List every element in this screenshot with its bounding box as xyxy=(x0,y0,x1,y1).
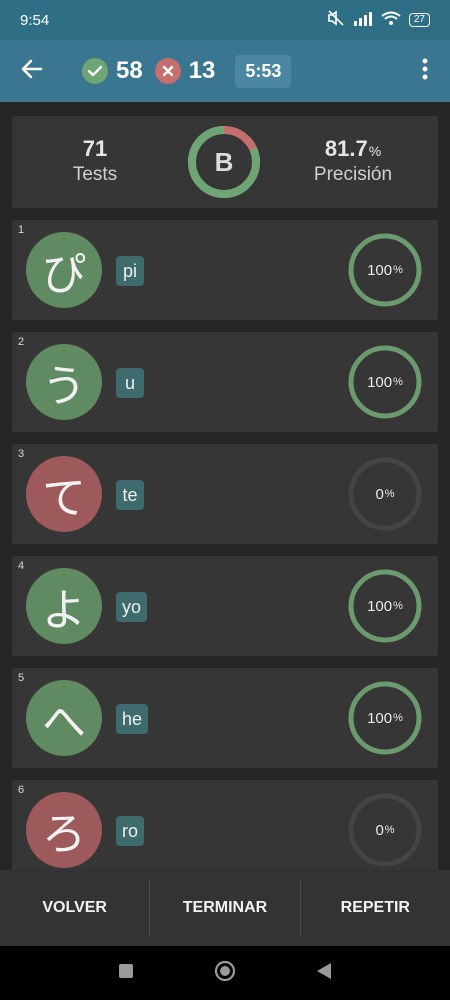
list-item[interactable]: 1 ぴ pi 100% xyxy=(12,220,438,320)
percent-unit: % xyxy=(393,264,403,276)
percent-value: 100 xyxy=(367,597,393,615)
results-list[interactable]: 71 Tests B 81.7% Precisión 1 ぴ pi 100% 2… xyxy=(0,102,450,870)
percent-unit: % xyxy=(384,824,395,836)
percent-unit: % xyxy=(393,600,403,612)
timer-badge: 5:53 xyxy=(235,54,292,88)
precision-stat: 81.7% Precisión xyxy=(278,136,428,186)
back-nav-icon[interactable] xyxy=(316,962,332,984)
overflow-menu-button[interactable] xyxy=(400,40,450,102)
progress-ring-label: 100% xyxy=(347,232,423,308)
precision-label: Precisión xyxy=(313,164,393,185)
item-index: 3 xyxy=(18,448,25,460)
progress-ring-label: 0% xyxy=(347,456,423,532)
signal-icon xyxy=(353,11,373,30)
grade-ring: B xyxy=(186,124,262,200)
wifi-icon xyxy=(381,11,401,30)
correct-count-value: 58 xyxy=(116,57,143,84)
item-index: 5 xyxy=(18,672,25,684)
recents-icon[interactable] xyxy=(118,963,134,983)
list-item[interactable]: 6 ろ ro 0% xyxy=(12,780,438,870)
progress-ring: 0% xyxy=(347,792,423,868)
progress-ring: 100% xyxy=(347,232,423,308)
romaji-badge: ro xyxy=(116,816,145,846)
list-item[interactable]: 3 て te 0% xyxy=(12,444,438,544)
percent-value: 0 xyxy=(375,821,384,839)
battery-indicator: 27 xyxy=(408,13,430,27)
back-button[interactable] xyxy=(0,40,64,102)
percent-value: 100 xyxy=(367,261,393,279)
percent-unit: % xyxy=(393,712,403,724)
item-index: 2 xyxy=(18,336,25,348)
back-action-button[interactable]: VOLVER xyxy=(0,879,149,937)
wrong-count-value: 13 xyxy=(188,57,216,84)
kana-circle: ろ xyxy=(26,792,102,868)
x-circle-icon xyxy=(154,58,181,84)
list-item[interactable]: 2 う u 100% xyxy=(12,332,438,432)
romaji-badge: te xyxy=(116,480,144,510)
kana-circle: へ xyxy=(26,680,102,756)
precision-unit: % xyxy=(368,143,382,159)
item-index: 6 xyxy=(18,784,25,796)
system-nav-bar xyxy=(0,946,450,1000)
progress-ring-label: 100% xyxy=(347,344,423,420)
progress-ring: 100% xyxy=(347,680,423,756)
app-bar: 58 13 5:53 xyxy=(0,40,450,102)
percent-unit: % xyxy=(393,376,403,388)
tests-label: Tests xyxy=(72,164,118,185)
progress-ring: 0% xyxy=(347,456,423,532)
grade-letter: B xyxy=(214,146,234,177)
status-bar: 9:54 27 xyxy=(0,0,450,40)
home-icon[interactable] xyxy=(214,960,236,986)
progress-ring-label: 0% xyxy=(347,792,423,868)
item-index: 1 xyxy=(18,224,25,236)
romaji-badge: he xyxy=(116,704,149,734)
kana-circle: て xyxy=(26,456,102,532)
item-index: 4 xyxy=(18,560,25,572)
romaji-badge: pi xyxy=(116,256,144,286)
status-time: 9:54 xyxy=(20,11,50,29)
kana-circle: ぴ xyxy=(26,232,102,308)
progress-ring-label: 100% xyxy=(347,568,423,644)
list-item[interactable]: 4 よ yo 100% xyxy=(12,556,438,656)
more-vert-icon xyxy=(422,58,428,84)
progress-ring-label: 100% xyxy=(347,680,423,756)
kana-circle: う xyxy=(26,344,102,420)
correct-count: 58 xyxy=(82,57,143,85)
summary-card: 71 Tests B 81.7% Precisión xyxy=(12,116,438,208)
check-circle-icon xyxy=(82,58,108,84)
precision-number: 81.7 xyxy=(324,136,368,161)
percent-value: 100 xyxy=(367,373,393,391)
romaji-badge: u xyxy=(116,368,144,398)
finish-button[interactable]: TERMINAR xyxy=(150,879,299,937)
progress-ring: 100% xyxy=(347,568,423,644)
status-icons: 27 xyxy=(327,10,430,30)
list-item[interactable]: 5 へ he 100% xyxy=(12,668,438,768)
kana-circle: よ xyxy=(26,568,102,644)
progress-ring: 100% xyxy=(347,344,423,420)
repeat-button[interactable]: REPETIR xyxy=(301,879,450,937)
arrow-left-icon xyxy=(21,59,43,83)
percent-unit: % xyxy=(384,488,395,500)
tests-stat: 71 Tests xyxy=(20,136,170,186)
wrong-count: 13 xyxy=(154,57,216,85)
romaji-badge: yo xyxy=(116,592,148,622)
mute-icon xyxy=(327,10,345,30)
precision-value: 81.7% xyxy=(278,136,428,162)
bottom-action-bar: VOLVER TERMINAR REPETIR xyxy=(0,870,450,946)
tests-value: 71 xyxy=(82,136,108,161)
percent-value: 0 xyxy=(375,485,384,503)
percent-value: 100 xyxy=(367,709,393,727)
